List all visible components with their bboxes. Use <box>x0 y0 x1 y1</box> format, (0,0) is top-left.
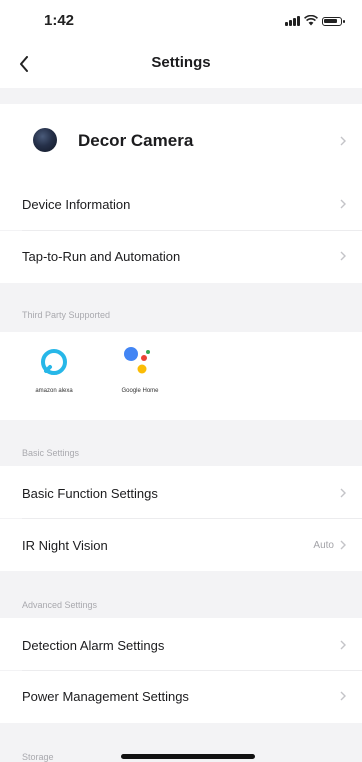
status-icons <box>285 14 345 26</box>
chevron-right-icon <box>338 197 348 211</box>
ir-night-vision-row[interactable]: IR Night Vision Auto <box>0 519 362 571</box>
chevron-right-icon <box>338 638 348 652</box>
tap-to-run-label: Tap-to-Run and Automation <box>22 249 181 264</box>
basic-function-label: Basic Function Settings <box>22 486 158 501</box>
section-header-basic-settings: Basic Settings <box>22 448 80 458</box>
chevron-right-icon <box>338 538 348 552</box>
nav-bar: Settings <box>0 40 362 88</box>
signal-icon <box>285 16 300 26</box>
ir-night-vision-label: IR Night Vision <box>22 538 108 553</box>
chevron-right-icon <box>338 486 348 500</box>
power-management-label: Power Management Settings <box>22 689 189 704</box>
device-information-row[interactable]: Device Information <box>0 178 362 230</box>
google-assistant-icon <box>124 347 150 374</box>
page-title: Settings <box>151 54 211 71</box>
chevron-right-icon <box>338 689 348 703</box>
alexa-label: amazon alexa <box>35 388 73 394</box>
status-bar: 1:42 <box>0 0 362 40</box>
section-header-storage: Storage <box>22 752 54 762</box>
camera-avatar <box>33 128 57 152</box>
google-home-service[interactable]: Google Home <box>100 338 180 418</box>
power-management-row[interactable]: Power Management Settings <box>0 671 362 723</box>
device-name: Decor Camera <box>78 131 194 150</box>
alexa-service[interactable]: amazon alexa <box>14 338 94 418</box>
detection-alarm-label: Detection Alarm Settings <box>22 638 165 653</box>
wifi-icon <box>304 15 318 26</box>
third-party-services-panel: amazon alexa Google Home <box>0 332 362 420</box>
chevron-right-icon <box>338 134 348 148</box>
section-header-third-party: Third Party Supported <box>22 310 111 320</box>
device-information-label: Device Information <box>22 197 131 212</box>
detection-alarm-row[interactable]: Detection Alarm Settings <box>0 618 362 670</box>
alexa-icon <box>41 349 67 375</box>
ir-night-vision-value: Auto <box>313 540 334 551</box>
section-header-advanced-settings: Advanced Settings <box>22 600 98 610</box>
google-home-label: Google Home <box>121 388 159 394</box>
device-header-row[interactable]: Decor Camera <box>0 104 362 178</box>
status-time: 1:42 <box>44 12 75 29</box>
basic-function-row[interactable]: Basic Function Settings <box>0 466 362 518</box>
battery-icon <box>322 17 345 26</box>
chevron-right-icon <box>338 249 348 263</box>
tap-to-run-row[interactable]: Tap-to-Run and Automation <box>0 231 362 283</box>
home-indicator <box>121 754 255 759</box>
